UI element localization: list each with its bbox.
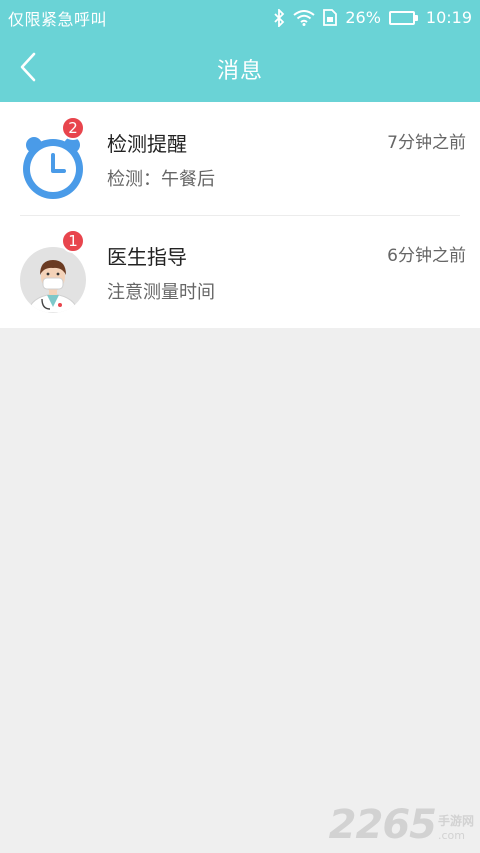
message-title: 检测提醒: [107, 132, 187, 156]
wifi-icon: [293, 9, 315, 26]
message-time: 6分钟之前: [387, 246, 466, 266]
message-time: 7分钟之前: [387, 133, 466, 153]
watermark-number: 2265: [328, 802, 437, 848]
message-item-doctor[interactable]: 1 医生指导 注意测量时间 6分钟之前: [0, 215, 480, 328]
status-bar: 仅限紧急呼叫 26% 10:19: [0, 0, 480, 35]
back-button[interactable]: [10, 49, 46, 85]
message-item-detection[interactable]: 2 检测提醒 检测：午餐后 7分钟之前: [0, 102, 480, 215]
message-title: 医生指导: [107, 245, 187, 269]
carrier-text: 仅限紧急呼叫: [8, 9, 108, 29]
status-icons: 26% 10:19: [273, 8, 472, 27]
battery-icon: [388, 10, 418, 25]
unread-badge: 2: [61, 116, 85, 140]
battery-percent: 26%: [345, 8, 381, 27]
sim-icon: [323, 9, 338, 26]
message-list: 2 检测提醒 检测：午餐后 7分钟之前 1 医生指导 注意测量时间 6分钟之前: [0, 102, 480, 328]
message-subtitle: 注意测量时间: [107, 282, 215, 303]
watermark-domain: .com: [437, 829, 465, 842]
app-header: 仅限紧急呼叫 26% 10:19 消息: [0, 0, 480, 102]
alarm-clock-icon: [23, 137, 83, 199]
doctor-avatar-icon: [20, 247, 86, 313]
title-bar: 消息: [0, 35, 480, 102]
page-title: 消息: [216, 58, 263, 84]
unread-badge: 1: [61, 229, 85, 253]
site-watermark: 2265 手游网 .com: [329, 805, 474, 845]
status-time: 10:19: [425, 8, 472, 27]
chevron-left-icon: [20, 52, 36, 82]
bluetooth-icon: [273, 8, 285, 27]
watermark-text: 手游网: [437, 814, 474, 828]
message-subtitle: 检测：午餐后: [107, 169, 215, 190]
